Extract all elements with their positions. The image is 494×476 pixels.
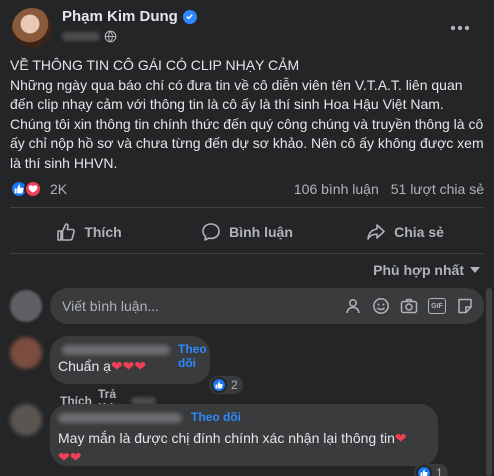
comment-text: Chuẩn ạ❤❤❤: [58, 357, 146, 376]
comment-text: May mắn là được chị đính chính xác nhận …: [58, 429, 430, 467]
like-button[interactable]: Thích: [10, 214, 168, 250]
comment-bubble: Theo dõi Chuẩn ạ❤❤❤: [50, 336, 210, 384]
comment-composer: Viết bình luận... GIF: [10, 288, 484, 324]
comment-text-body: Chuẩn ạ: [58, 358, 111, 374]
heart-emojis: ❤❤: [58, 449, 82, 465]
comment-count[interactable]: 106 bình luận: [294, 181, 379, 197]
comment-label: Bình luận: [229, 224, 293, 240]
comment-like-count[interactable]: 2: [209, 376, 243, 394]
share-label: Chia sẻ: [394, 224, 444, 240]
share-arrow-icon: [367, 224, 385, 240]
viewer-avatar[interactable]: [10, 290, 42, 322]
post-meta: [62, 30, 117, 43]
commenter-name-redacted[interactable]: [62, 345, 170, 355]
sticker-icon[interactable]: [456, 297, 474, 315]
share-button[interactable]: Chia sẻ: [326, 214, 484, 250]
sort-label: Phù hợp nhất: [373, 262, 464, 278]
commenter-name-redacted[interactable]: [58, 413, 182, 423]
commenter-avatar[interactable]: [10, 404, 42, 436]
comment-button[interactable]: Bình luận: [168, 214, 326, 250]
like-label: Thích: [84, 224, 122, 240]
reactions-summary[interactable]: 2K: [10, 180, 67, 198]
comment-text-body: May mắn là được chị đính chính xác nhận …: [58, 430, 395, 446]
divider-bottom: [10, 253, 484, 254]
post-paragraph: Những ngày qua báo chí có đưa tin về cô …: [10, 76, 484, 171]
comment-bubble-icon: [202, 223, 220, 241]
share-count[interactable]: 51 lượt chia sẻ: [391, 181, 484, 197]
more-options-button[interactable]: [446, 14, 474, 42]
avatar-sticker-icon[interactable]: [344, 297, 362, 315]
more-dots-icon: [450, 25, 470, 31]
thumbs-up-icon: [57, 223, 76, 241]
comment-like-count[interactable]: 1: [414, 464, 448, 476]
post-headline: VỀ THÔNG TIN CÔ GÁI CÓ CLIP NHẠY CẢM: [10, 57, 300, 73]
camera-icon[interactable]: [400, 297, 418, 315]
like-reaction-icon: [211, 377, 227, 393]
post-header: Phạm Kim Dung: [0, 0, 494, 52]
commenter-avatar[interactable]: [10, 337, 42, 369]
like-reaction-icon: [416, 465, 432, 476]
like-count-value: 1: [436, 466, 443, 476]
caret-down-icon: [470, 266, 480, 273]
engagement-counts: 106 bình luận 51 lượt chia sẻ: [294, 181, 484, 197]
comment-bubble: Theo dõi May mắn là được chị đính chính …: [50, 404, 438, 466]
divider-top: [10, 207, 484, 208]
comment-input[interactable]: Viết bình luận... GIF: [50, 288, 484, 324]
emoji-icon[interactable]: [372, 297, 390, 315]
post-date-redacted[interactable]: [62, 32, 100, 41]
post-body: VỀ THÔNG TIN CÔ GÁI CÓ CLIP NHẠY CẢM Nhữ…: [10, 56, 484, 173]
post-actions: Thích Bình luận Chia sẻ: [10, 214, 484, 250]
author-name[interactable]: Phạm Kim Dung: [62, 8, 178, 25]
author-avatar[interactable]: [12, 8, 52, 48]
globe-icon: [104, 30, 117, 43]
author-name-row: Phạm Kim Dung: [62, 8, 197, 25]
reaction-count[interactable]: 2K: [50, 181, 67, 197]
composer-icons: GIF: [344, 297, 474, 315]
heart-emojis: ❤❤❤: [110, 358, 147, 374]
like-count-value: 2: [231, 378, 238, 392]
love-reaction-icon: [24, 180, 42, 198]
comment-sort-dropdown[interactable]: Phù hợp nhất: [373, 262, 480, 278]
gif-icon[interactable]: GIF: [428, 298, 446, 314]
scrollbar[interactable]: [486, 288, 492, 476]
follow-link[interactable]: Theo dõi: [191, 410, 241, 424]
heart-emoji-inline: ❤: [394, 430, 407, 446]
comment-input-placeholder: Viết bình luận...: [62, 298, 160, 314]
verified-badge-icon: [182, 9, 197, 24]
follow-link[interactable]: Theo dõi: [178, 342, 210, 370]
